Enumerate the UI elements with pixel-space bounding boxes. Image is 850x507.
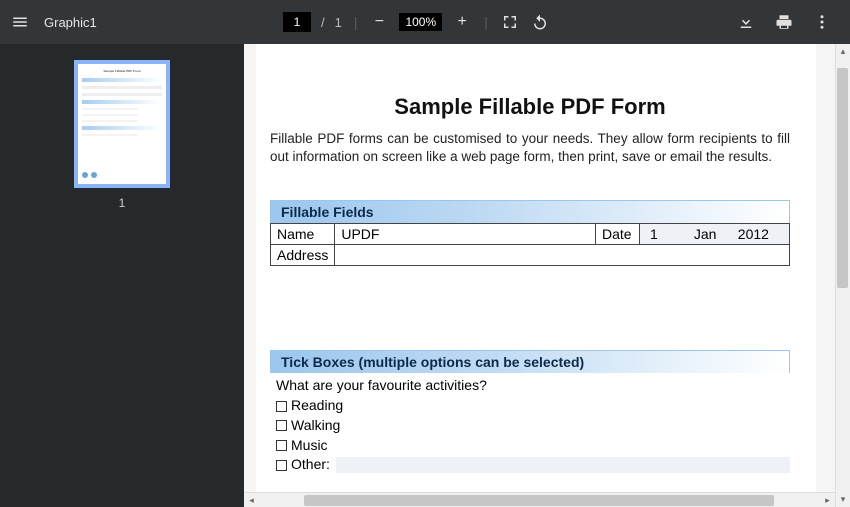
horizontal-scroll-thumb[interactable] [304,495,774,506]
zoom-level: 100% [399,13,442,31]
download-icon[interactable] [736,12,756,32]
section-header-tick: Tick Boxes (multiple options can be sele… [270,350,790,373]
tick-boxes-section: Tick Boxes (multiple options can be sele… [270,350,790,474]
date-month-field[interactable]: Jan [690,226,730,242]
address-field[interactable] [335,245,790,266]
page-thumbnail[interactable]: Sample Fillable PDF Form [74,60,170,188]
fillable-fields-table: Name Date 1 Jan 2012 Address [270,223,790,266]
pdf-page: Sample Fillable PDF Form Fillable PDF fo… [256,44,816,507]
print-icon[interactable] [774,12,794,32]
address-label: Address [271,245,335,266]
toolbar-divider: | [352,14,360,30]
checkbox-music[interactable] [276,440,287,451]
document-viewport: Sample Fillable PDF Form Fillable PDF fo… [244,44,850,507]
page-number-input[interactable] [283,12,311,32]
tick-option-walking: Walking [276,416,790,436]
zoom-out-icon[interactable]: − [369,12,389,32]
intro-paragraph: Fillable PDF forms can be customised to … [270,130,790,166]
tick-option-music: Music [276,436,790,456]
tick-other-label: Other: [291,455,330,475]
section-header-fillable: Fillable Fields [270,200,790,223]
checkbox-other[interactable] [276,460,287,471]
thumbnail-sidebar: Sample Fillable PDF Form 1 [0,44,244,507]
name-label: Name [271,224,335,245]
tick-option-other: Other: [276,455,790,475]
date-cell: 1 Jan 2012 [640,224,790,245]
zoom-in-icon[interactable]: + [452,12,472,32]
horizontal-scrollbar[interactable]: ◂ ▸ [244,492,835,507]
document-name: Graphic1 [44,15,97,30]
page-title: Sample Fillable PDF Form [270,94,790,120]
checkbox-walking[interactable] [276,420,287,431]
date-label: Date [596,224,640,245]
more-icon[interactable] [812,12,832,32]
scroll-up-icon[interactable]: ▴ [836,44,850,59]
tick-question: What are your favourite activities? [276,377,790,393]
tick-label: Music [291,436,328,456]
page-total: 1 [335,15,342,30]
pdf-viewer-toolbar: Graphic1 / 1 | − 100% + | [0,0,850,44]
tick-label: Walking [291,416,340,436]
tick-option-reading: Reading [276,396,790,416]
rotate-icon[interactable] [530,12,550,32]
date-year-field[interactable]: 2012 [734,226,780,242]
vertical-scroll-thumb[interactable] [837,68,848,288]
date-day-field[interactable]: 1 [646,226,686,242]
scroll-down-icon[interactable]: ▾ [836,492,850,507]
tick-label: Reading [291,396,343,416]
toolbar-divider: | [482,14,490,30]
scroll-left-icon[interactable]: ◂ [244,493,259,507]
menu-icon[interactable] [10,12,30,32]
name-cell [335,224,596,245]
scroll-right-icon[interactable]: ▸ [820,493,835,507]
name-field[interactable] [341,226,589,242]
thumbnail-page-number: 1 [119,196,126,210]
checkbox-reading[interactable] [276,401,287,412]
page-separator: / [321,15,325,30]
workspace: Sample Fillable PDF Form 1 Sample Fillab… [0,44,850,507]
vertical-scrollbar[interactable]: ▴ ▾ [835,44,850,507]
fit-page-icon[interactable] [500,12,520,32]
other-field[interactable] [336,457,790,473]
